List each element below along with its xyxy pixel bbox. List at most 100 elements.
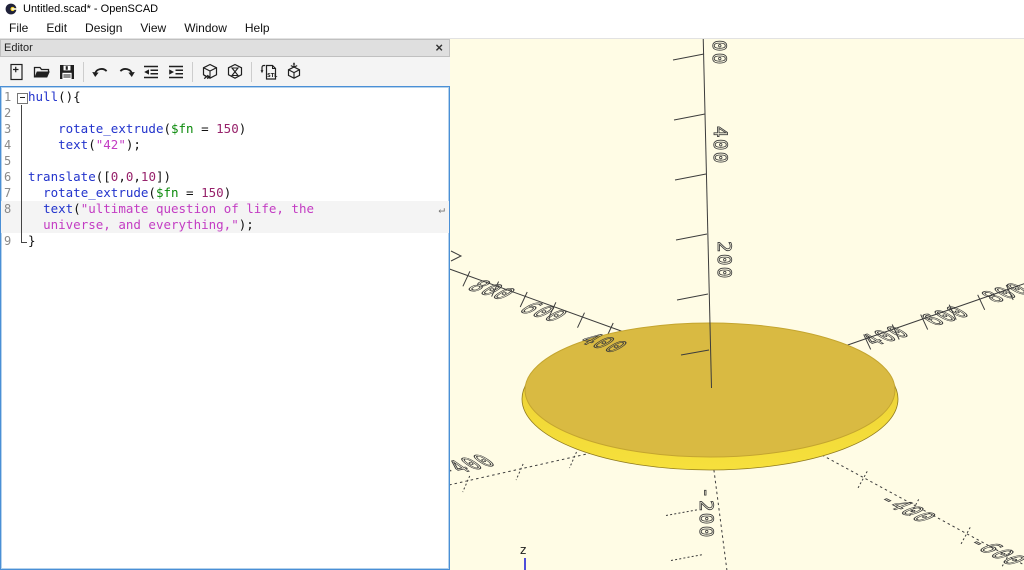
line-number: 2 (1, 105, 15, 121)
z-axis-label: 600 (708, 39, 730, 66)
save-icon (57, 62, 77, 82)
render-cube-icon (225, 62, 245, 82)
new-file-icon (7, 62, 27, 82)
menu-help[interactable]: Help (236, 19, 279, 37)
editor-dock-titlebar[interactable]: Editor × (0, 39, 450, 57)
code-line[interactable]: 8 text("ultimate question of life, the↵ (1, 201, 449, 217)
right-axis-label: 400 (856, 323, 918, 350)
code-line[interactable]: 4 text("42"); (1, 137, 449, 153)
fold-rail (15, 201, 28, 217)
save-button[interactable] (54, 59, 79, 84)
code-text: hull(){ (28, 89, 449, 105)
right-axis-label: 800 (976, 280, 1024, 307)
preview-button[interactable] (197, 59, 222, 84)
undo-icon (91, 62, 111, 82)
redo-icon (116, 62, 136, 82)
mini-axis-indicator: z (520, 543, 526, 570)
fold-rail (15, 121, 28, 137)
menu-view[interactable]: View (131, 19, 175, 37)
code-text: } (28, 233, 449, 249)
fold-rail (15, 185, 28, 201)
code-text: text("42"); (28, 137, 449, 153)
open-folder-icon (32, 62, 52, 82)
toolbar-separator (192, 62, 193, 82)
svg-text:STL: STL (267, 73, 278, 79)
editor-panel: Editor × (0, 39, 450, 570)
code-line[interactable]: 5 (1, 153, 449, 169)
new-button[interactable] (4, 59, 29, 84)
code-text: rotate_extrude($fn = 150) (28, 121, 449, 137)
lower-right-axis-label: -400 (870, 492, 944, 526)
editor-toolbar: STL (0, 57, 450, 86)
openscad-logo-icon (5, 3, 17, 15)
fold-rail (15, 153, 28, 169)
axis-labels: 600 400 200 -200 800 600 400 400 600 800… (450, 39, 1024, 569)
code-line[interactable]: 9} (1, 233, 449, 249)
undo-button[interactable] (88, 59, 113, 84)
code-text (28, 153, 449, 169)
window-titlebar: Untitled.scad* - OpenSCAD (0, 0, 1024, 18)
code-text: rotate_extrude($fn = 150) (28, 185, 449, 201)
fold-rail (15, 233, 28, 249)
fold-rail (15, 217, 28, 233)
export-stl-button[interactable]: STL (256, 59, 281, 84)
code-text: universe, and everything,"); (28, 217, 449, 233)
main-area: Editor × (0, 38, 1024, 570)
lower-right-axis-label: -600 (960, 535, 1024, 569)
line-number: 5 (1, 153, 15, 169)
editor-dock-title: Editor (4, 42, 33, 54)
line-number: 1 (1, 89, 15, 105)
code-text (28, 105, 449, 121)
indent-icon (166, 62, 186, 82)
code-text: text("ultimate question of life, the (28, 201, 449, 217)
line-number (1, 217, 15, 233)
window-title: Untitled.scad* - OpenSCAD (23, 3, 158, 15)
code-line[interactable]: 6 translate([0,0,10]) (1, 169, 449, 185)
code-editor[interactable]: 1hull(){23 rotate_extrude($fn = 150)4 te… (0, 86, 450, 570)
code-line[interactable]: 3 rotate_extrude($fn = 150) (1, 121, 449, 137)
unindent-icon (141, 62, 161, 82)
menu-file[interactable]: File (0, 19, 37, 37)
line-number: 6 (1, 169, 15, 185)
line-number: 8 (1, 201, 15, 217)
fold-rail (15, 169, 28, 185)
code-line[interactable]: universe, and everything,"); (1, 217, 449, 233)
line-number: 4 (1, 137, 15, 153)
line-number: 7 (1, 185, 15, 201)
close-editor-button[interactable]: × (435, 42, 443, 54)
toolbar-separator (83, 62, 84, 82)
view-axes-button[interactable] (281, 59, 306, 84)
fold-rail (15, 105, 28, 121)
menu-bar: File Edit Design View Window Help (0, 18, 1024, 38)
redo-button[interactable] (113, 59, 138, 84)
menu-design[interactable]: Design (76, 19, 131, 37)
z-axis-label: 200 (713, 241, 735, 280)
lower-left-axis-label: -400 (450, 451, 504, 480)
mini-z-label: z (520, 543, 526, 557)
line-wrap-icon: ↵ (438, 202, 445, 218)
left-axis-label: 800 (460, 277, 522, 304)
3d-scene: 600 400 200 -200 800 600 400 400 600 800… (450, 39, 1024, 570)
toolbar-separator (251, 62, 252, 82)
code-line[interactable]: 1 hull(){ (1, 89, 449, 105)
render-button[interactable] (222, 59, 247, 84)
menu-edit[interactable]: Edit (37, 19, 76, 37)
code-text: translate([0,0,10]) (28, 169, 449, 185)
line-number: 9 (1, 233, 15, 249)
code-line[interactable]: 7 rotate_extrude($fn = 150) (1, 185, 449, 201)
code-line[interactable]: 2 (1, 105, 449, 121)
open-button[interactable] (29, 59, 54, 84)
indent-button[interactable] (163, 59, 188, 84)
z-axis-label: 400 (709, 126, 731, 165)
code-lines: 1hull(){23 rotate_extrude($fn = 150)4 te… (1, 89, 449, 249)
menu-window[interactable]: Window (175, 19, 236, 37)
preview-cube-icon (200, 62, 220, 82)
fold-marker-icon[interactable] (15, 89, 28, 105)
3d-viewport[interactable]: 600 400 200 -200 800 600 400 400 600 800… (450, 39, 1024, 570)
unindent-button[interactable] (138, 59, 163, 84)
line-number: 3 (1, 121, 15, 137)
axes-cube-icon (284, 62, 304, 82)
fold-rail (15, 137, 28, 153)
z-axis-label: -200 (695, 487, 717, 539)
stl-export-icon: STL (259, 62, 279, 82)
